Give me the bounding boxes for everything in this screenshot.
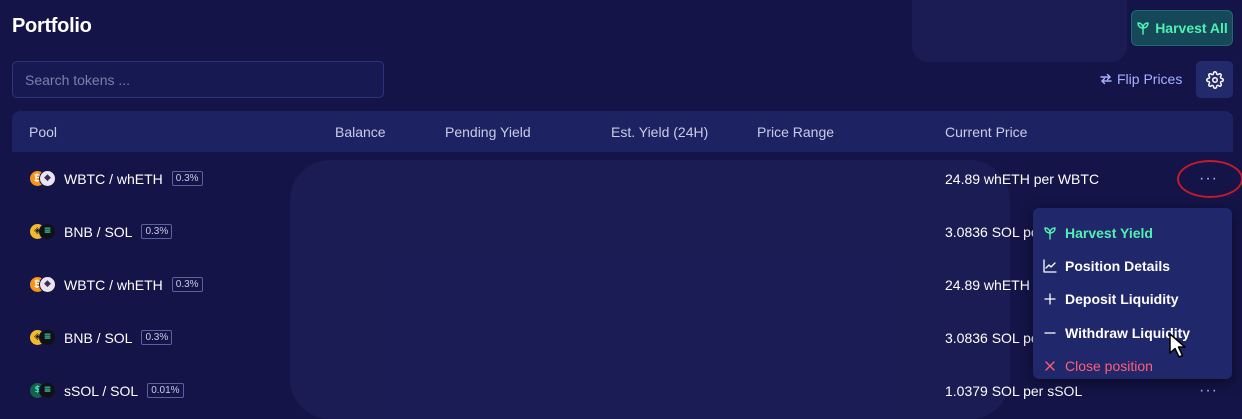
fee-badge: 0.3%	[171, 277, 203, 292]
background-panel	[912, 0, 1127, 62]
menu-item-close-position[interactable]: Close position	[1033, 349, 1232, 382]
fee-badge: 0.01%	[147, 383, 184, 398]
token-pair-icons: $ ≡	[29, 381, 57, 400]
column-header-price-range[interactable]: Price Range	[757, 124, 834, 140]
row-actions-menu: Harvest Yield Position Details Deposit L…	[1033, 208, 1232, 379]
fee-badge: 0.3%	[171, 171, 203, 186]
wheth-token-icon: ◆	[39, 169, 56, 187]
harvest-all-label: Harvest All	[1155, 20, 1228, 36]
pool-cell: $ ≡ sSOL / SOL 0.01%	[29, 381, 184, 400]
pool-cell: ◈ ≡ BNB / SOL 0.3%	[29, 222, 173, 241]
sprout-icon	[1043, 226, 1057, 240]
page-title: Portfolio	[12, 15, 92, 37]
pool-pair-label: BNB / SOL	[64, 329, 133, 346]
menu-item-label: Harvest Yield	[1065, 224, 1153, 241]
table-row[interactable]: ₿ ◆ WBTC / whETH 0.3% 24.89 whETH per WB…	[12, 152, 1233, 205]
table-header: Pool Balance Pending Yield Est. Yield (2…	[12, 111, 1233, 152]
pool-pair-label: sSOL / SOL	[64, 382, 139, 399]
current-price: 24.89 whETH per WBTC	[945, 170, 1100, 187]
flip-prices-button[interactable]: Flip Prices	[1100, 68, 1182, 90]
annotation-ring	[1177, 160, 1242, 198]
harvest-all-button[interactable]: Harvest All	[1131, 10, 1233, 46]
wheth-token-icon: ◆	[39, 275, 56, 293]
column-header-pending-yield[interactable]: Pending Yield	[445, 124, 531, 140]
plus-icon	[1043, 292, 1057, 306]
token-pair-icons: ◈ ≡	[29, 328, 57, 347]
token-pair-icons: ◈ ≡	[29, 222, 57, 241]
sol-token-icon: ≡	[39, 328, 56, 346]
settings-button[interactable]	[1196, 61, 1233, 98]
token-pair-icons: ₿ ◆	[29, 169, 57, 188]
column-header-est-yield[interactable]: Est. Yield (24H)	[611, 124, 708, 140]
column-header-current-price[interactable]: Current Price	[945, 124, 1027, 140]
menu-item-position-details[interactable]: Position Details	[1033, 249, 1232, 282]
close-icon	[1043, 359, 1057, 373]
pool-pair-label: BNB / SOL	[64, 223, 133, 240]
search-field[interactable]	[12, 61, 384, 98]
menu-item-harvest-yield[interactable]: Harvest Yield	[1033, 216, 1232, 249]
sprout-icon	[1137, 22, 1149, 35]
pool-cell: ₿ ◆ WBTC / whETH 0.3%	[29, 169, 203, 188]
pool-pair-label: WBTC / whETH	[64, 170, 163, 187]
sol-token-icon: ≡	[39, 222, 56, 240]
menu-item-label: Position Details	[1065, 257, 1171, 274]
fee-badge: 0.3%	[141, 330, 173, 345]
current-price: 1.0379 SOL per sSOL	[945, 382, 1083, 399]
flip-prices-label: Flip Prices	[1117, 71, 1183, 87]
minus-icon	[1043, 326, 1057, 340]
menu-item-deposit-liquidity[interactable]: Deposit Liquidity	[1033, 283, 1232, 316]
gear-icon	[1205, 70, 1224, 89]
menu-item-label: Close position	[1065, 357, 1153, 374]
chart-line-icon	[1043, 259, 1057, 273]
pool-pair-label: WBTC / whETH	[64, 276, 163, 293]
sol-token-icon: ≡	[39, 381, 56, 399]
pool-cell: ◈ ≡ BNB / SOL 0.3%	[29, 328, 173, 347]
column-header-balance[interactable]: Balance	[335, 124, 386, 140]
search-input[interactable]	[25, 71, 371, 88]
menu-item-label: Deposit Liquidity	[1065, 291, 1179, 308]
column-header-pool[interactable]: Pool	[29, 124, 57, 140]
mouse-cursor-icon	[1169, 333, 1186, 358]
swap-arrows-icon	[1100, 73, 1112, 85]
menu-item-withdraw-liquidity[interactable]: Withdraw Liquidity	[1033, 316, 1232, 349]
token-pair-icons: ₿ ◆	[29, 275, 57, 294]
fee-badge: 0.3%	[141, 224, 173, 239]
pool-cell: ₿ ◆ WBTC / whETH 0.3%	[29, 275, 203, 294]
more-options-icon[interactable]: ···	[1199, 382, 1218, 400]
